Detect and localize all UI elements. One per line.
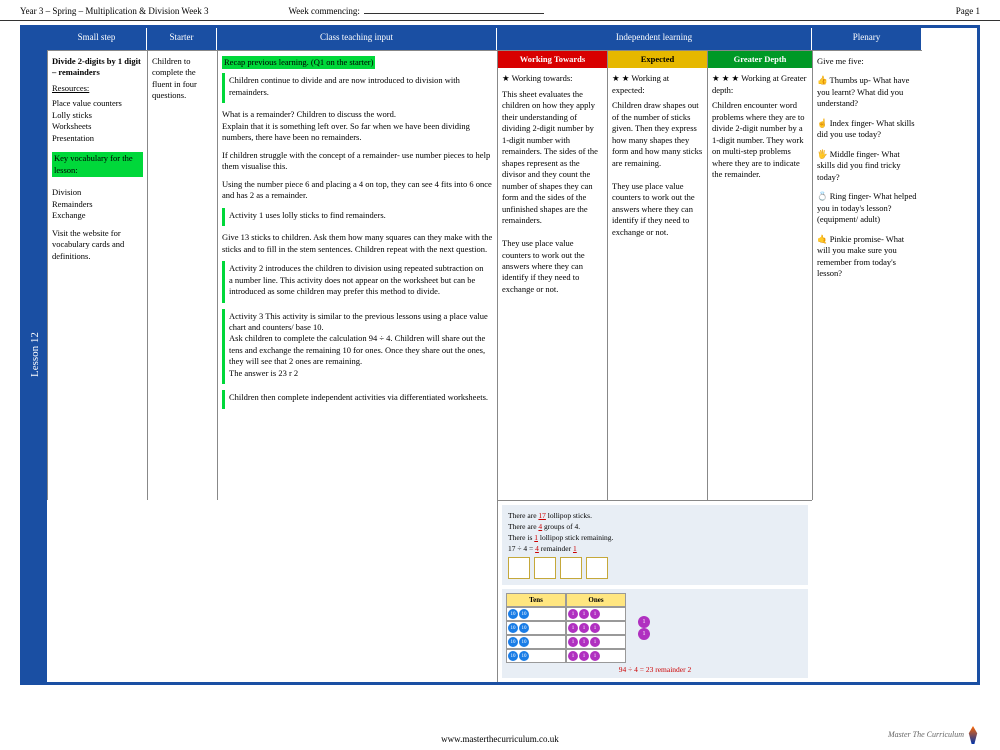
vocab-footnote: Visit the website for vocabulary cards a… bbox=[52, 228, 143, 262]
doc-title: Year 3 – Spring – Multiplication & Divis… bbox=[20, 6, 208, 16]
vocab-label: Key vocabulary for the lesson: bbox=[52, 152, 143, 177]
diagram-area: There are 17 lollipop sticks. There are … bbox=[497, 500, 812, 682]
step-title: Divide 2-digits by 1 digit – remainders bbox=[52, 56, 143, 79]
ex-body: Children draw shapes out of the number o… bbox=[612, 100, 703, 238]
gd-stars: ★ ★ ★ Working at Greater depth: bbox=[712, 73, 808, 96]
col-starter: Starter bbox=[147, 28, 217, 50]
ex-header: Expected bbox=[608, 51, 707, 68]
week-blank bbox=[364, 13, 544, 14]
vocab-list: Division Remainders Exchange bbox=[52, 187, 143, 221]
col-teaching: Class teaching input bbox=[217, 28, 497, 50]
plenary-cell: Give me five: 👍 Thumbs up- What have you… bbox=[812, 50, 922, 500]
wt-body: This sheet evaluates the children on how… bbox=[502, 89, 603, 295]
smallstep-cell: Divide 2-digits by 1 digit – remainders … bbox=[47, 50, 147, 500]
ex-stars: ★ ★ Working at expected: bbox=[612, 73, 703, 96]
col-independent: Independent learning bbox=[497, 28, 812, 50]
resources-list: Place value counters Lolly sticks Worksh… bbox=[52, 98, 143, 144]
wt-stars: ★ Working towards: bbox=[502, 73, 603, 84]
teaching-cell: Recap previous learning. (Q1 on the star… bbox=[217, 50, 497, 500]
col-plenary: Plenary bbox=[812, 28, 922, 50]
ex-cell: Expected ★ ★ Working at expected: Childr… bbox=[607, 50, 707, 500]
gd-cell: Greater Depth ★ ★ ★ Working at Greater d… bbox=[707, 50, 812, 500]
lesson-tab: Lesson 12 bbox=[23, 28, 47, 682]
page-number: Page 1 bbox=[956, 6, 980, 16]
resources-label: Resources: bbox=[52, 83, 143, 94]
footer-url: www.masterthecurriculum.co.uk bbox=[0, 734, 1000, 744]
flame-icon bbox=[966, 726, 980, 744]
lesson-frame: Lesson 12 Small step Starter Class teach… bbox=[20, 25, 980, 685]
gd-body: Children encounter word problems where t… bbox=[712, 100, 808, 180]
recap-highlight: Recap previous learning. (Q1 on the star… bbox=[222, 56, 375, 69]
page-header: Year 3 – Spring – Multiplication & Divis… bbox=[0, 0, 1000, 21]
gd-header: Greater Depth bbox=[708, 51, 812, 68]
starter-cell: Children to complete the fluent in four … bbox=[147, 50, 217, 500]
footer-brand: Master The Curriculum bbox=[888, 726, 980, 744]
week-label: Week commencing: bbox=[288, 6, 360, 16]
wt-header: Working Towards bbox=[498, 51, 607, 68]
lollipop-diagram: There are 17 lollipop sticks. There are … bbox=[502, 505, 808, 585]
wt-cell: Working Towards ★ Working towards: This … bbox=[497, 50, 607, 500]
placevalue-diagram: TensOnes 1010111 1010111 1010111 1010111… bbox=[502, 589, 808, 678]
col-smallstep: Small step bbox=[47, 28, 147, 50]
